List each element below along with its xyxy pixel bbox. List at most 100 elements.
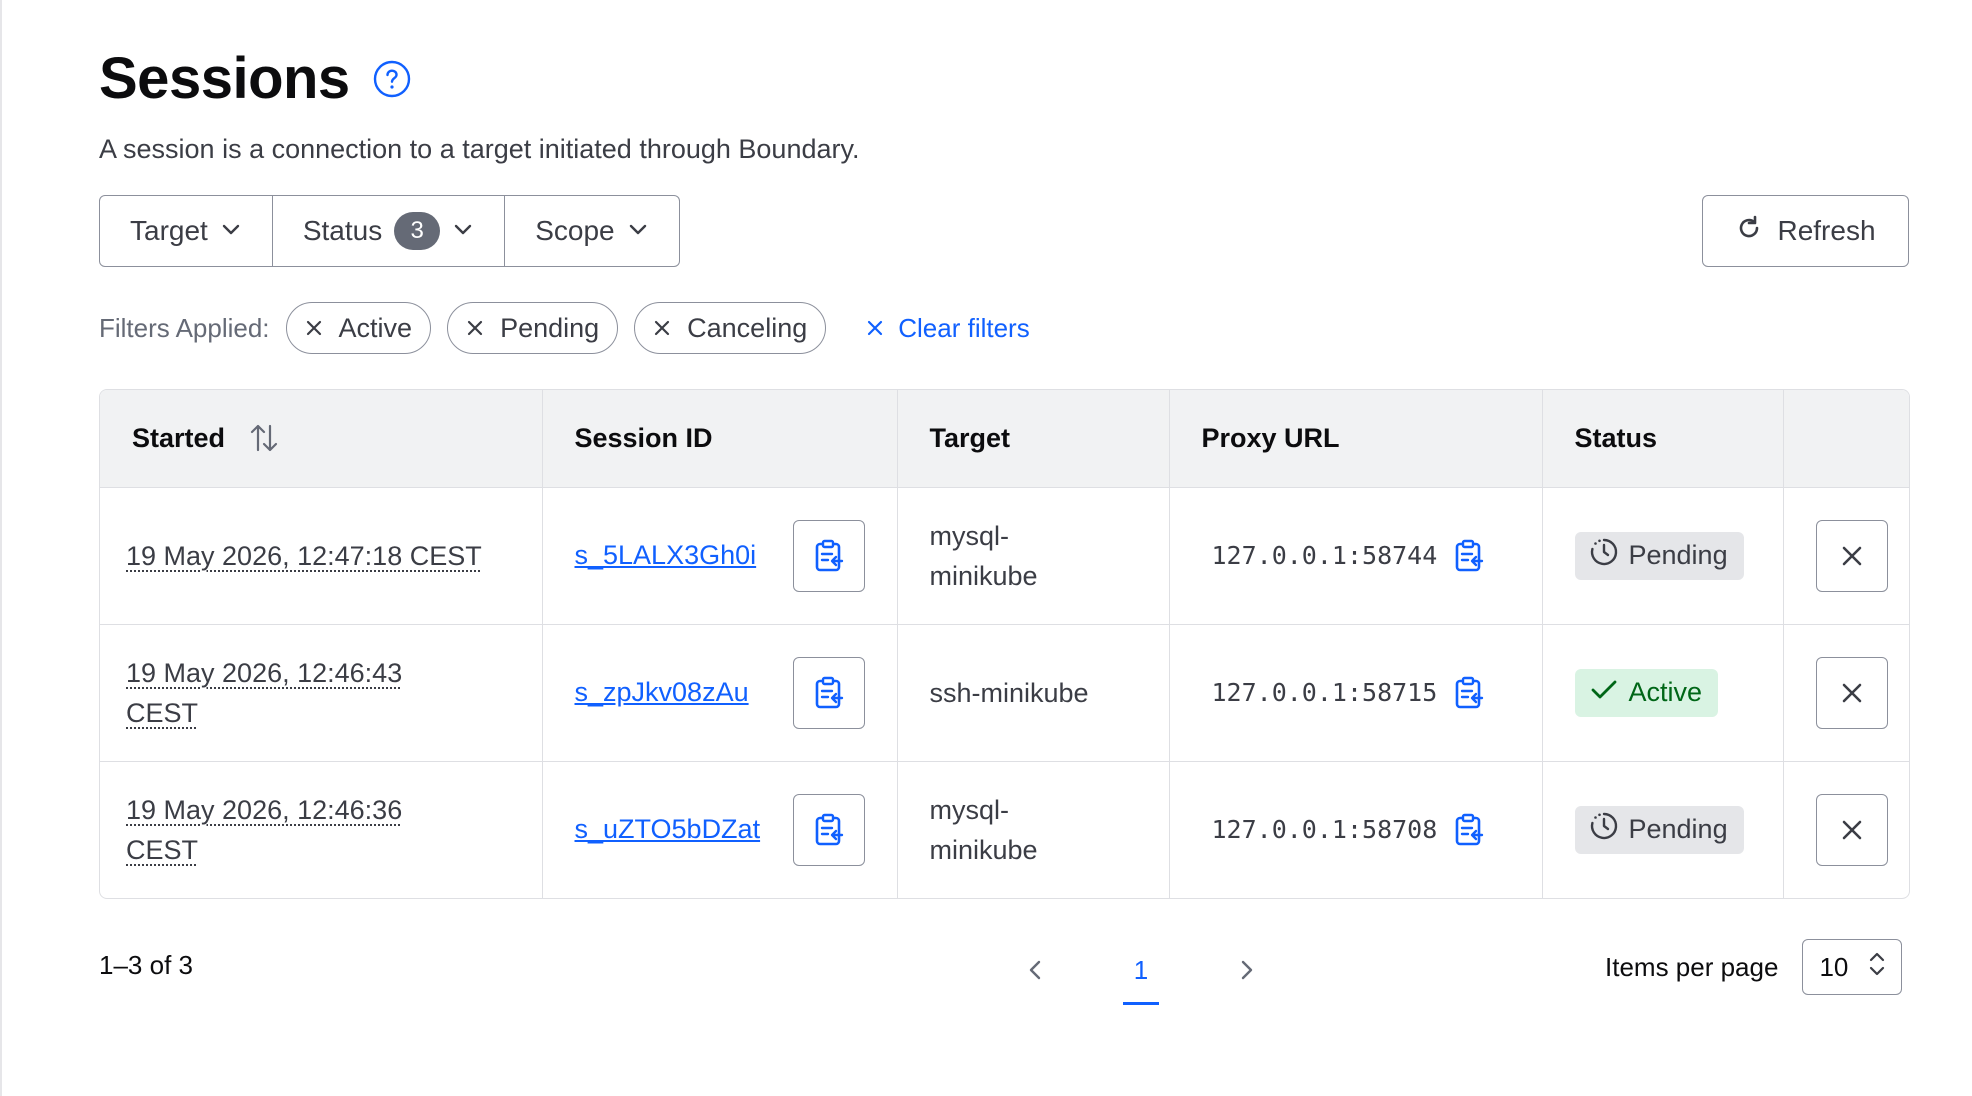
filter-chip-label: Pending: [500, 312, 600, 343]
close-icon: [1842, 683, 1861, 702]
refresh-icon: [1735, 214, 1763, 249]
clear-filters-label: Clear filters: [898, 312, 1030, 343]
filter-chip-active[interactable]: Active: [285, 302, 432, 354]
status-filter-button[interactable]: Status 3: [272, 195, 506, 267]
chevron-down-icon: [627, 215, 649, 247]
cancel-session-button[interactable]: [1815, 793, 1888, 866]
page-description: A session is a connection to a target in…: [99, 134, 860, 164]
clipboard-copy-icon[interactable]: [1453, 539, 1485, 573]
target-filter-button[interactable]: Target: [99, 195, 273, 267]
left-border: [0, 0, 2, 1096]
actions-cell: [1783, 624, 1909, 762]
cancel-session-button[interactable]: [1815, 656, 1888, 729]
check-icon: [1589, 674, 1619, 711]
started-cell: 19 May 2026, 12:47:18 CEST: [100, 487, 543, 625]
copy-session-id-button[interactable]: [792, 519, 865, 592]
chevron-up-down-icon: [1867, 950, 1887, 985]
items-per-page-select[interactable]: 10: [1802, 939, 1903, 995]
target-name: mysql-minikube: [929, 520, 1038, 591]
table-row: 19 May 2026, 12:46:36 CEST s_uZTO5bDZat …: [100, 761, 1909, 898]
clipboard-copy-icon: [815, 676, 843, 708]
copy-session-id-button[interactable]: [792, 656, 865, 729]
items-per-page: Items per page 10: [1605, 939, 1903, 995]
close-icon: [305, 313, 323, 344]
filter-chip-canceling[interactable]: Canceling: [634, 302, 827, 354]
close-icon: [1842, 546, 1861, 565]
clock-icon: [1589, 537, 1619, 574]
pagination-nav: 1: [1009, 935, 1273, 1005]
started-cell: 19 May 2026, 12:46:36 CEST: [100, 761, 543, 898]
page-number-current[interactable]: 1: [1106, 935, 1176, 1005]
started-date: 19 May 2026, 12:46:43 CEST: [126, 657, 403, 728]
clipboard-copy-icon: [815, 539, 843, 571]
clipboard-copy-icon[interactable]: [1453, 676, 1485, 710]
sessions-table: Started Session ID Target Proxy URL Stat…: [99, 389, 1910, 899]
status-label: Active: [1628, 677, 1703, 707]
chevron-down-icon: [220, 215, 242, 247]
close-icon: [653, 313, 671, 344]
refresh-label: Refresh: [1777, 215, 1876, 246]
items-per-page-value: 10: [1819, 951, 1849, 982]
target-name: ssh-minikube: [929, 677, 1089, 708]
column-header-started: Started: [100, 390, 543, 488]
column-header-proxy-url: Proxy URL: [1169, 390, 1543, 488]
target-filter-label: Target: [130, 215, 208, 246]
scope-filter-button[interactable]: Scope: [505, 195, 680, 267]
status-cell: Pending: [1542, 761, 1784, 898]
target-cell: ssh-minikube: [897, 624, 1170, 762]
status-badge: Active: [1574, 668, 1719, 717]
clear-filters-button[interactable]: Clear filters: [866, 312, 1030, 344]
sort-arrows-icon[interactable]: [249, 422, 279, 454]
close-icon: [466, 313, 484, 344]
filter-chip-pending[interactable]: Pending: [447, 302, 619, 354]
help-icon[interactable]: [370, 57, 414, 101]
applied-filters-label: Filters Applied:: [99, 312, 270, 343]
page-title: Sessions: [99, 46, 350, 111]
status-badge: Pending: [1574, 805, 1744, 854]
title-row: Sessions: [99, 44, 414, 114]
status-cell: Pending: [1542, 487, 1784, 625]
proxy-url-text: 127.0.0.1:58708: [1211, 815, 1438, 845]
clock-icon: [1589, 811, 1619, 848]
status-count-badge: 3: [394, 212, 441, 250]
session-id-link[interactable]: s_zpJkv08zAu: [575, 677, 749, 708]
pagination-range: 1–3 of 3: [99, 950, 193, 980]
status-cell: Active: [1542, 624, 1784, 762]
column-header-session-id: Session ID: [542, 390, 898, 488]
column-header-label: Started: [132, 422, 226, 453]
column-header-actions: [1783, 390, 1909, 488]
clipboard-copy-icon: [815, 813, 843, 846]
actions-cell: [1783, 761, 1909, 898]
scope-filter-label: Scope: [535, 215, 615, 246]
refresh-button[interactable]: Refresh: [1702, 195, 1909, 267]
clipboard-copy-icon[interactable]: [1453, 813, 1485, 847]
session-id-link[interactable]: s_uZTO5bDZat: [575, 814, 761, 845]
actions-cell: [1783, 487, 1909, 625]
copy-session-id-button[interactable]: [792, 793, 865, 866]
session-id-link[interactable]: s_5LALX3Gh0i: [575, 540, 757, 571]
items-per-page-label: Items per page: [1605, 951, 1779, 982]
proxy-url-cell: 127.0.0.1:58708: [1169, 761, 1543, 898]
proxy-url-text: 127.0.0.1:58744: [1211, 541, 1438, 570]
session-id-cell: s_5LALX3Gh0i: [542, 487, 898, 625]
started-date: 19 May 2026, 12:46:36 CEST: [126, 794, 403, 865]
table-header-row: Started Session ID Target Proxy URL Stat…: [100, 390, 1909, 488]
table-row: 19 May 2026, 12:46:43 CEST s_zpJkv08zAu …: [100, 624, 1909, 762]
chevron-right-icon[interactable]: [1221, 935, 1273, 1005]
status-label: Pending: [1628, 540, 1728, 570]
status-filter-label: Status: [302, 215, 383, 246]
column-header-target: Target: [897, 390, 1170, 488]
close-icon: [866, 313, 884, 344]
target-cell: mysql-minikube: [897, 487, 1170, 625]
chevron-down-icon: [452, 215, 474, 247]
status-badge: Pending: [1574, 531, 1744, 580]
filter-chip-label: Canceling: [687, 312, 808, 343]
close-icon: [1842, 820, 1861, 840]
session-id-cell: s_uZTO5bDZat: [542, 761, 898, 898]
proxy-url-cell: 127.0.0.1:58715: [1169, 624, 1543, 762]
chevron-left-icon[interactable]: [1009, 935, 1061, 1005]
cancel-session-button[interactable]: [1815, 519, 1888, 592]
table-row: 19 May 2026, 12:47:18 CEST s_5LALX3Gh0i …: [100, 487, 1909, 625]
status-label: Pending: [1628, 814, 1728, 845]
filter-chip-label: Active: [338, 312, 413, 343]
